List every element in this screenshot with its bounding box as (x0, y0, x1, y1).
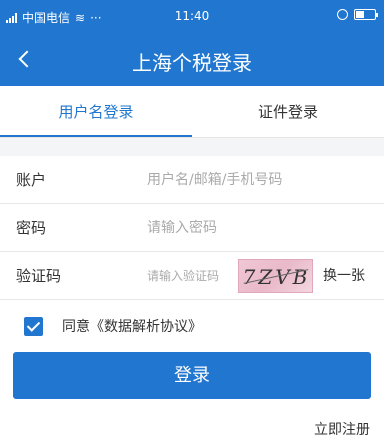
status-bar: 中国电信 ≋ ··· 11:40 (0, 0, 384, 34)
login-tabs: 用户名登录 证件登录 (0, 86, 384, 138)
battery-icon (354, 9, 378, 20)
agreement-row: 同意《数据解析协议》 (24, 316, 202, 336)
password-label: 密码 (16, 219, 47, 237)
password-row: 密码 请输入密码 (0, 204, 384, 252)
password-input[interactable]: 请输入密码 (147, 204, 217, 252)
tab-id-login[interactable]: 证件登录 (192, 86, 384, 138)
status-right (337, 9, 378, 20)
login-form: 账户 用户名/邮箱/手机号码 密码 请输入密码 验证码 请输入验证码 7ZVB … (0, 156, 384, 300)
alarm-icon (337, 9, 348, 20)
tab-username-login[interactable]: 用户名登录 (0, 86, 192, 138)
captcha-row: 验证码 请输入验证码 7ZVB 换一张 (0, 252, 384, 300)
agreement-checkbox[interactable] (24, 316, 43, 336)
captcha-input[interactable]: 请输入验证码 (147, 252, 219, 300)
refresh-captcha-link[interactable]: 换一张 (323, 252, 365, 300)
page-title: 上海个税登录 (132, 51, 252, 75)
account-label: 账户 (16, 171, 47, 189)
login-button[interactable]: 登录 (13, 352, 371, 399)
agreement-text[interactable]: 同意《数据解析协议》 (62, 316, 202, 336)
account-input[interactable]: 用户名/邮箱/手机号码 (147, 156, 282, 204)
register-link[interactable]: 立即注册 (314, 419, 370, 435)
captcha-image[interactable]: 7ZVB (238, 259, 313, 293)
section-gap (0, 138, 384, 156)
account-row: 账户 用户名/邮箱/手机号码 (0, 156, 384, 204)
status-time: 11:40 (174, 9, 210, 23)
nav-bar: 上海个税登录 (0, 34, 384, 86)
captcha-label: 验证码 (16, 267, 62, 285)
